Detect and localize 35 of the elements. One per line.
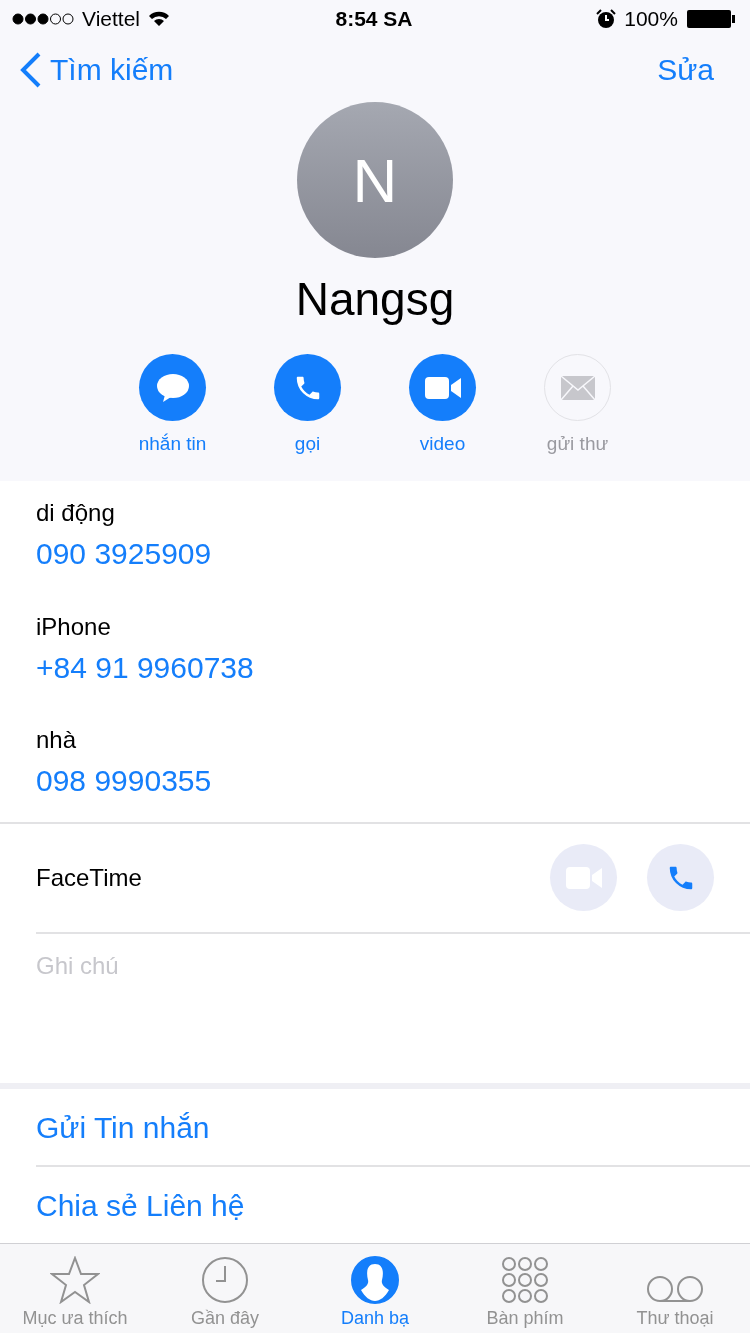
video-camera-icon xyxy=(423,374,462,401)
speech-bubble-icon xyxy=(155,372,190,403)
phone-number[interactable]: +84 91 9960738 xyxy=(36,650,254,685)
signal-icon xyxy=(12,13,74,25)
action-link[interactable]: Gửi Tin nhắn xyxy=(0,1089,750,1166)
wifi-icon xyxy=(148,11,170,27)
action-link[interactable]: Chia sẻ Liên hệ xyxy=(0,1167,750,1244)
keypad-icon xyxy=(501,1256,549,1304)
person-icon xyxy=(351,1256,399,1304)
battery-percent: 100% xyxy=(624,7,678,31)
tab[interactable]: Danh bạ xyxy=(300,1244,450,1333)
contact-name: Nangsg xyxy=(295,272,455,326)
tab[interactable]: Gần đây xyxy=(150,1244,300,1333)
envelope-icon xyxy=(559,374,596,401)
phone-number[interactable]: 090 3925909 xyxy=(36,537,212,571)
phone-label: di động xyxy=(36,499,116,527)
phone-label: iPhone xyxy=(36,612,112,641)
battery-icon xyxy=(686,9,736,29)
alarm-clock-icon xyxy=(596,9,617,29)
phone-number[interactable]: 098 9990355 xyxy=(36,764,212,799)
voicemail-icon xyxy=(646,1274,704,1304)
back-label[interactable]: Tìm kiếm xyxy=(50,53,174,87)
tab[interactable]: Thư thoại xyxy=(600,1244,750,1333)
carrier-name: Viettel xyxy=(82,7,140,31)
star-icon xyxy=(50,1256,100,1304)
status-time: 8:54 SA xyxy=(335,7,413,31)
contact-avatar: N xyxy=(297,102,453,258)
clock-icon xyxy=(201,1256,249,1304)
facetime-label: FaceTime xyxy=(36,863,142,892)
back-button[interactable]: Tìm kiếm xyxy=(20,52,174,88)
edit-button[interactable]: Sửa xyxy=(657,53,714,87)
tab[interactable]: Bàn phím xyxy=(450,1244,600,1333)
back-chevron-icon xyxy=(20,52,42,88)
tab[interactable]: Mục ưa thích xyxy=(0,1244,150,1333)
phone-label: nhà xyxy=(36,726,78,755)
